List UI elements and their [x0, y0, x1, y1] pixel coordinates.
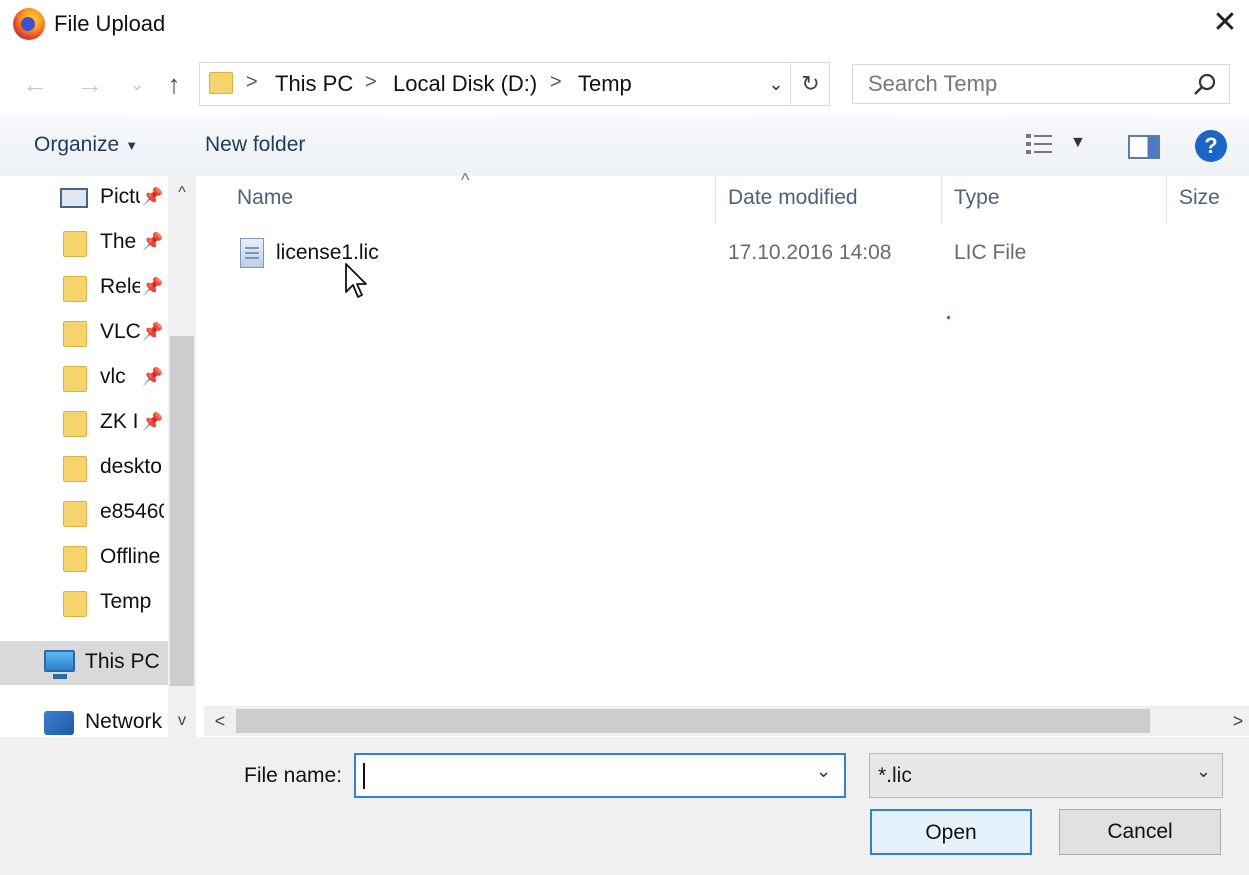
navigation-pane: Pictures 📌 The 📌 Rele 📌 VLC 📌 vlc 📌 ZK I… — [0, 176, 196, 737]
pin-icon[interactable]: 📌 — [140, 232, 166, 252]
folder-icon — [63, 231, 87, 257]
forward-button[interactable]: → — [74, 64, 106, 104]
file-row[interactable]: license1.lic 17.10.2016 14:08 LIC File — [234, 232, 1224, 276]
close-button[interactable]: ✕ — [1203, 4, 1247, 44]
scroll-left-icon[interactable]: < — [206, 706, 234, 736]
folder-icon — [63, 276, 87, 302]
sidebar-item-folder[interactable]: ZK I 📌 — [0, 401, 168, 445]
sidebar-item-label: Network — [85, 710, 163, 733]
search-input[interactable] — [852, 64, 1230, 104]
sidebar-item-folder[interactable]: vlc 📌 — [0, 356, 168, 400]
recent-locations-button[interactable]: ⌄ — [121, 64, 153, 104]
sidebar-item-label: e85460 — [100, 500, 164, 523]
sidebar-item-folder[interactable]: Rele 📌 — [0, 266, 168, 310]
sidebar-item-folder[interactable]: The 📌 — [0, 221, 168, 265]
window-title: File Upload — [54, 11, 166, 36]
horizontal-scrollbar[interactable]: < > — [204, 706, 1249, 736]
file-name: license1.lic — [276, 241, 379, 264]
column-header-date[interactable]: Date modified — [728, 186, 858, 226]
pin-icon[interactable]: 📌 — [140, 367, 166, 387]
file-type-filter-value: *.lic — [878, 764, 912, 787]
file-type-filter[interactable]: *.lic — [869, 753, 1223, 798]
sidebar-item-folder[interactable]: VLC 📌 — [0, 311, 168, 355]
address-bar[interactable]: > This PC > Local Disk (D:) > Temp ⌄ ↻ — [199, 62, 830, 106]
column-header-size[interactable]: Size — [1179, 186, 1220, 226]
help-icon[interactable]: ? — [1195, 130, 1227, 162]
sidebar-item-folder[interactable]: e85460 — [0, 491, 168, 535]
column-divider[interactable] — [1166, 176, 1167, 224]
sidebar-scrollbar[interactable]: ^ v — [168, 176, 196, 737]
sidebar-item-folder[interactable]: Offline — [0, 536, 168, 580]
file-name-label: File name: — [244, 764, 343, 787]
organize-label: Organize — [34, 133, 120, 156]
view-dropdown-icon[interactable]: ▼ — [1070, 134, 1086, 152]
folder-icon — [63, 366, 87, 392]
file-date: 17.10.2016 14:08 — [728, 241, 892, 264]
firefox-logo-icon — [13, 8, 45, 40]
command-bar: Organize ▼ New folder — [0, 116, 1249, 176]
view-options-icon[interactable] — [1024, 132, 1056, 158]
column-header-type[interactable]: Type — [954, 186, 1000, 226]
file-name-input[interactable] — [354, 753, 846, 798]
sidebar-item-this-pc[interactable]: This PC — [0, 641, 168, 685]
scroll-down-icon[interactable]: v — [168, 706, 196, 736]
breadcrumb-separator: > — [365, 71, 377, 93]
breadcrumb-separator: > — [550, 71, 562, 93]
file-list: ^ Name Date modified Type Size license1.… — [196, 170, 1249, 706]
folder-icon — [63, 546, 87, 572]
folder-icon — [63, 411, 87, 437]
sidebar-item-label: Offline — [100, 545, 161, 568]
open-button[interactable]: Open — [870, 809, 1032, 855]
file-type: LIC File — [954, 241, 1027, 264]
sidebar-item-label: This PC — [85, 650, 160, 673]
caret-down-icon: ▼ — [125, 137, 139, 153]
column-header-name[interactable]: Name — [237, 186, 293, 226]
title-bar: File Upload ✕ — [0, 0, 1249, 50]
folder-icon — [63, 456, 87, 482]
refresh-button[interactable]: ↻ — [790, 63, 830, 105]
folder-icon — [63, 591, 87, 617]
document-icon — [240, 238, 264, 268]
chevron-down-icon[interactable]: ⌄ — [816, 761, 831, 782]
sidebar-item-label: Temp — [100, 590, 152, 613]
scroll-right-icon[interactable]: > — [1224, 706, 1249, 736]
scrollbar-thumb[interactable] — [236, 709, 1150, 733]
cancel-button[interactable]: Cancel — [1059, 809, 1221, 855]
scroll-up-icon[interactable]: ^ — [168, 178, 196, 208]
sidebar-item-label: deskto — [100, 455, 162, 478]
back-button[interactable]: ← — [19, 64, 51, 104]
folder-icon — [209, 72, 233, 94]
navigation-bar: ← → ⌄ ↑ > This PC > Local Disk (D:) > Te… — [0, 50, 1249, 116]
scrollbar-thumb[interactable] — [170, 336, 194, 686]
pin-icon[interactable]: 📌 — [140, 322, 166, 342]
breadcrumb-this-pc[interactable]: This PC — [275, 71, 353, 97]
computer-icon — [44, 650, 75, 679]
chevron-down-icon[interactable]: ⌄ — [762, 69, 790, 99]
up-button[interactable]: ↑ — [158, 64, 190, 104]
search-icon[interactable] — [1192, 72, 1218, 98]
sidebar-item-temp[interactable]: Temp — [0, 581, 168, 625]
new-folder-button[interactable]: New folder — [205, 133, 305, 157]
pin-icon[interactable]: 📌 — [140, 187, 166, 207]
network-icon — [44, 711, 74, 735]
folder-icon — [63, 321, 87, 347]
text-caret — [363, 763, 365, 789]
folder-icon — [63, 501, 87, 527]
organize-button[interactable]: Organize ▼ — [34, 133, 138, 157]
column-divider[interactable] — [941, 176, 942, 224]
dialog-footer: File name: ⌄ *.lic ⌄ Open Cancel — [0, 737, 1249, 875]
sidebar-item-pictures[interactable]: Pictures 📌 — [0, 176, 168, 220]
preview-pane-icon[interactable] — [1128, 135, 1160, 159]
pin-icon[interactable]: 📌 — [140, 277, 166, 297]
pin-icon[interactable]: 📌 — [140, 412, 166, 432]
column-divider[interactable] — [715, 176, 716, 224]
sidebar-item-folder[interactable]: deskto — [0, 446, 168, 490]
breadcrumb-temp[interactable]: Temp — [578, 71, 632, 97]
chevron-down-icon[interactable]: ⌄ — [1196, 761, 1211, 782]
sort-ascending-icon: ^ — [461, 170, 470, 190]
breadcrumb-separator: > — [246, 71, 258, 93]
pictures-icon — [60, 188, 88, 208]
breadcrumb-local-disk[interactable]: Local Disk (D:) — [393, 71, 537, 97]
red-dot — [947, 316, 950, 319]
